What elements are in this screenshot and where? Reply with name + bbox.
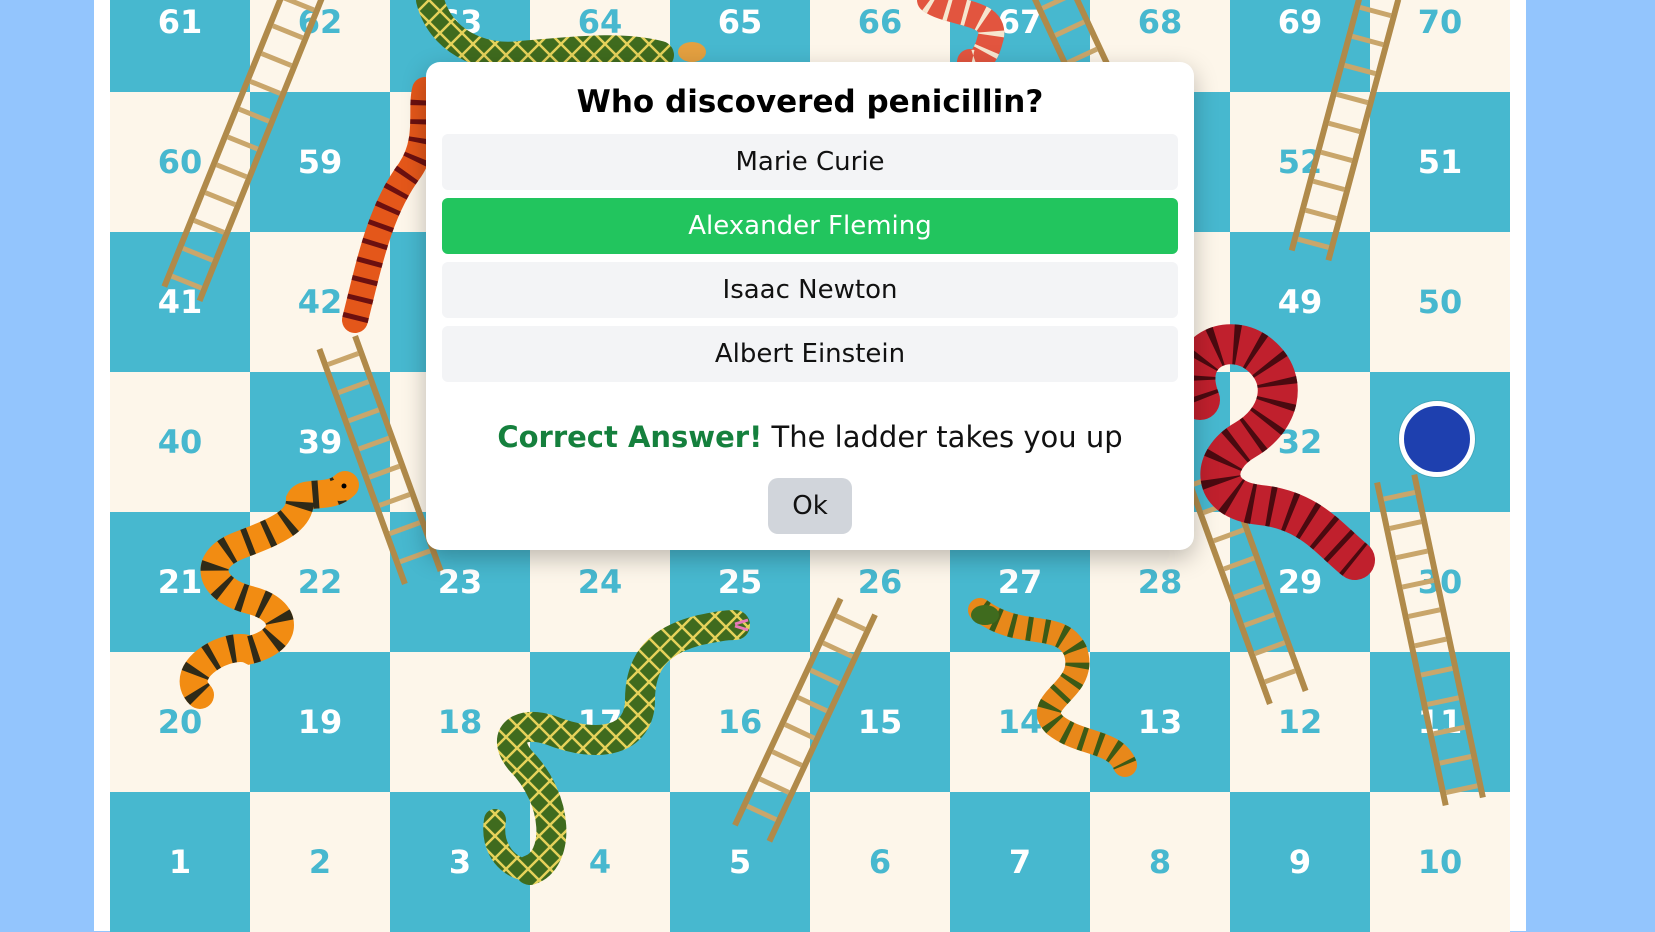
board-square-69: 69	[1230, 0, 1370, 92]
board-square-12: 12	[1230, 652, 1370, 792]
board-square-30: 30	[1370, 512, 1510, 652]
board-square-60: 60	[110, 92, 250, 232]
board-square-9: 9	[1230, 792, 1370, 932]
board-square-7: 7	[950, 792, 1090, 932]
board-square-19: 19	[250, 652, 390, 792]
player-token	[1399, 401, 1475, 477]
board-square-15: 15	[810, 652, 950, 792]
ok-button[interactable]: Ok	[768, 478, 852, 534]
board-square-39: 39	[250, 372, 390, 512]
board-square-4: 4	[530, 792, 670, 932]
board-square-59: 59	[250, 92, 390, 232]
board-square-42: 42	[250, 232, 390, 372]
result-text: The ladder takes you up	[771, 420, 1123, 454]
board-square-1: 1	[110, 792, 250, 932]
board-square-22: 22	[250, 512, 390, 652]
board-square-61: 61	[110, 0, 250, 92]
board-square-32: 32	[1230, 372, 1370, 512]
answer-option-2[interactable]: Alexander Fleming	[442, 198, 1178, 254]
board-square-40: 40	[110, 372, 250, 512]
board-square-21: 21	[110, 512, 250, 652]
board-square-2: 2	[250, 792, 390, 932]
board-square-17: 17	[530, 652, 670, 792]
board-square-52: 52	[1230, 92, 1370, 232]
board-square-11: 11	[1370, 652, 1510, 792]
board-square-18: 18	[390, 652, 530, 792]
answer-option-4[interactable]: Albert Einstein	[442, 326, 1178, 382]
board-square-29: 29	[1230, 512, 1370, 652]
board-square-10: 10	[1370, 792, 1510, 932]
board-square-13: 13	[1090, 652, 1230, 792]
board-square-16: 16	[670, 652, 810, 792]
board-square-5: 5	[670, 792, 810, 932]
board-square-41: 41	[110, 232, 250, 372]
answer-options: Marie Curie Alexander Fleming Isaac Newt…	[442, 134, 1178, 390]
board-square-49: 49	[1230, 232, 1370, 372]
question-title: Who discovered penicillin?	[576, 84, 1044, 120]
board-square-70: 70	[1370, 0, 1510, 92]
answer-option-3[interactable]: Isaac Newton	[442, 262, 1178, 318]
board-square-3: 3	[390, 792, 530, 932]
board-square-8: 8	[1090, 792, 1230, 932]
board-square-51: 51	[1370, 92, 1510, 232]
question-modal: Who discovered penicillin? Marie Curie A…	[426, 62, 1194, 550]
board-square-50: 50	[1370, 232, 1510, 372]
board-square-14: 14	[950, 652, 1090, 792]
result-message: Correct Answer! The ladder takes you up	[426, 420, 1194, 454]
answer-option-1[interactable]: Marie Curie	[442, 134, 1178, 190]
result-highlight: Correct Answer!	[497, 420, 763, 454]
board-square-62: 62	[250, 0, 390, 92]
board-square-6: 6	[810, 792, 950, 932]
board-square-20: 20	[110, 652, 250, 792]
